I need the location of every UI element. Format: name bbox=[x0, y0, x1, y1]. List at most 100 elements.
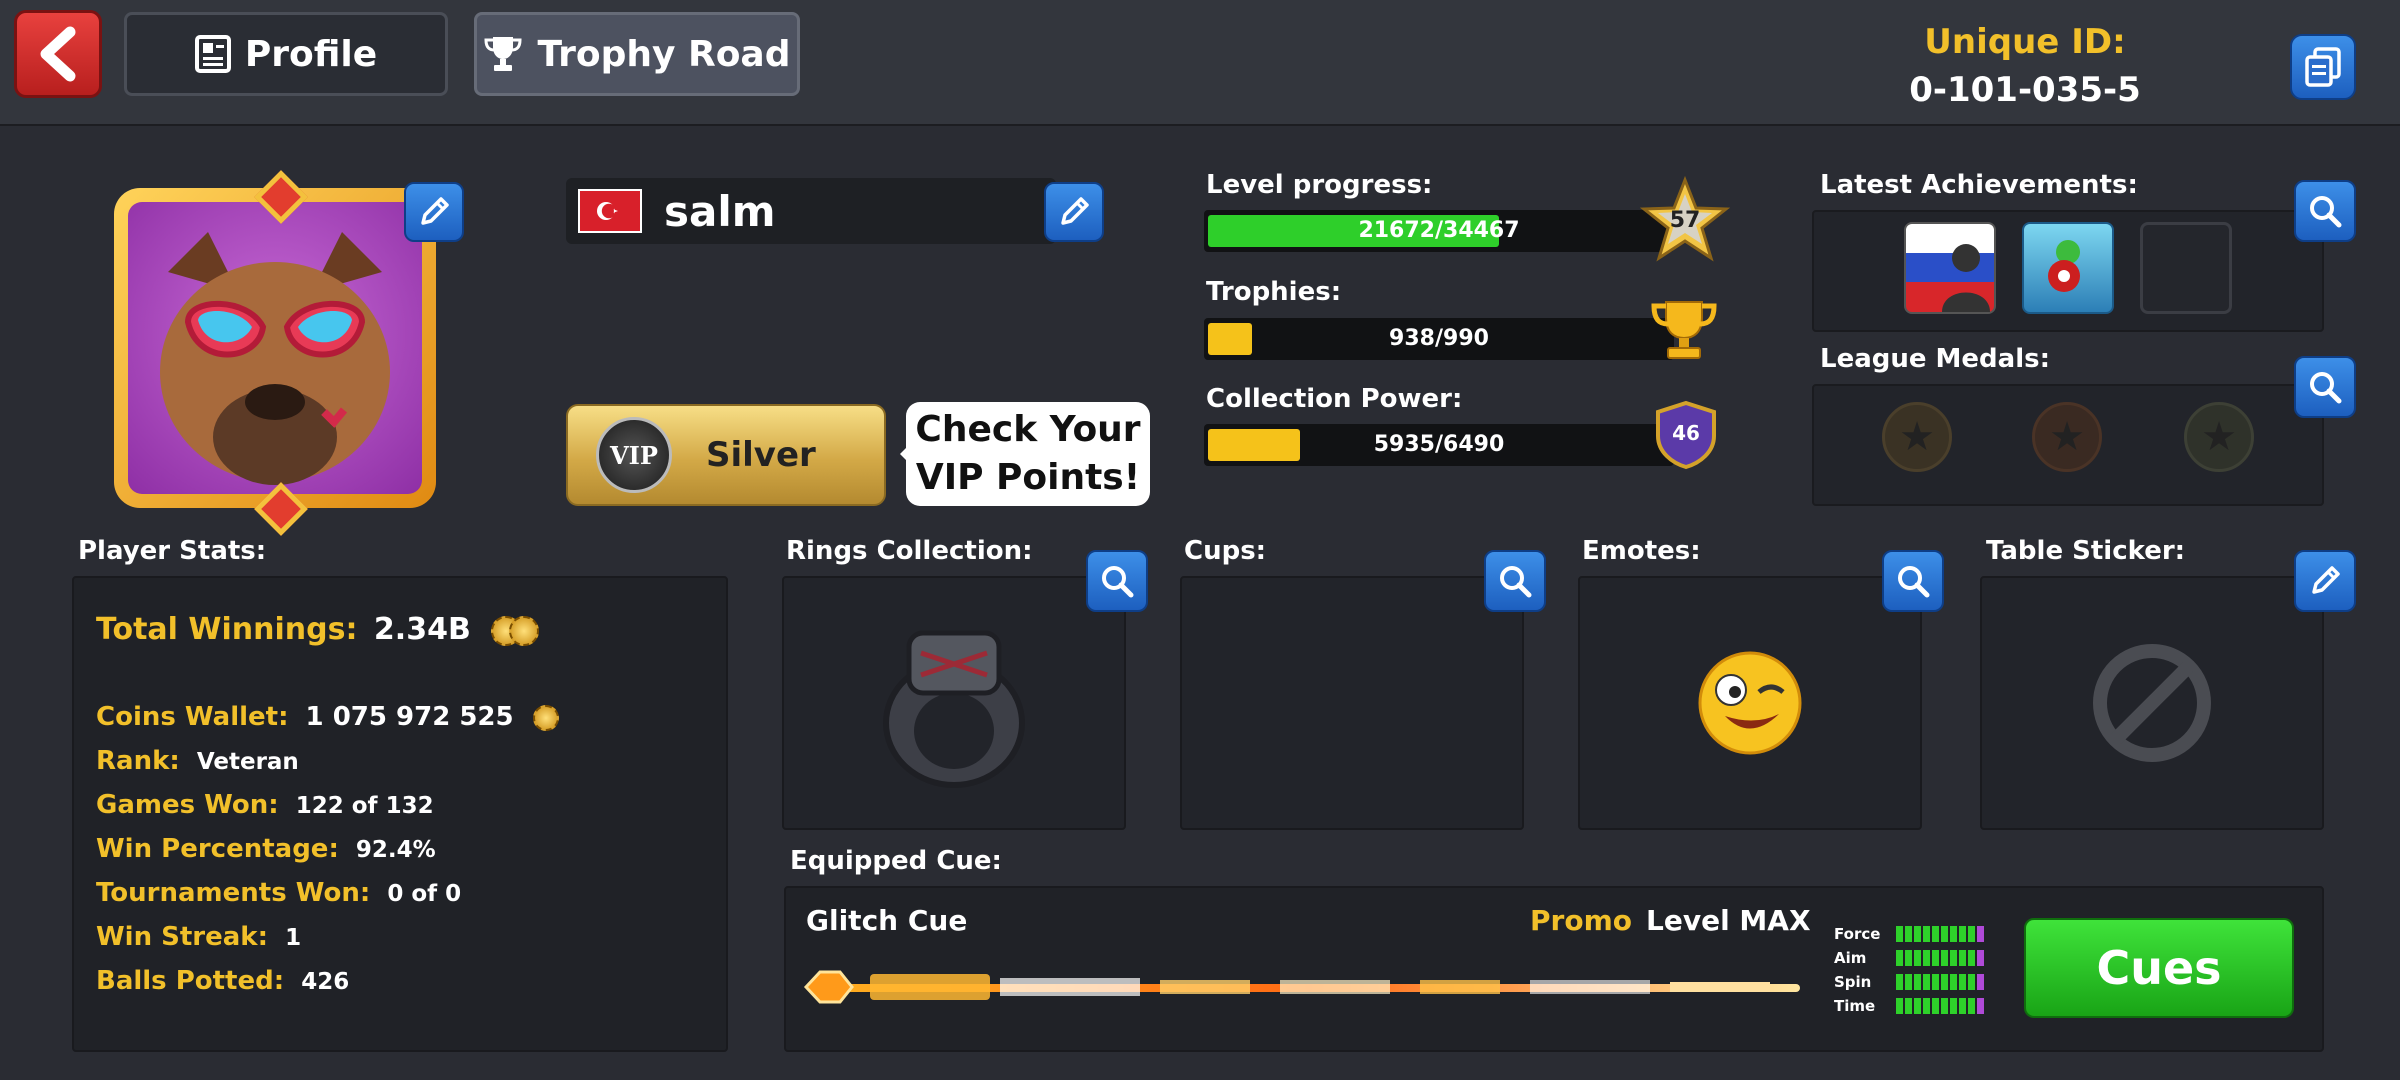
latest-achievements-label: Latest Achievements: bbox=[1820, 170, 2138, 200]
cue-stat-force-bar bbox=[1896, 926, 1984, 942]
stat-coins-wallet-key: Coins Wallet: bbox=[96, 702, 289, 732]
cue-name: Glitch Cue bbox=[806, 904, 968, 937]
stat-win-streak-value: 1 bbox=[285, 925, 302, 951]
cue-stat-time-bar bbox=[1896, 998, 1984, 1014]
achievements-search-button[interactable] bbox=[2294, 180, 2356, 242]
bulldog-avatar-icon bbox=[160, 232, 390, 485]
stat-rank: Rank: Veteran bbox=[96, 746, 299, 776]
trophies-label: Trophies: bbox=[1206, 277, 1342, 307]
back-button[interactable] bbox=[14, 10, 102, 98]
cue-tag: Promo bbox=[1530, 904, 1632, 937]
stat-coins-wallet: Coins Wallet: 1 075 972 525 bbox=[96, 702, 559, 732]
collection-power-label: Collection Power: bbox=[1206, 384, 1463, 414]
tab-trophy-road-label: Trophy Road bbox=[537, 33, 791, 75]
collection-power-text: 5935/6490 bbox=[1373, 432, 1505, 457]
cups-search-button[interactable] bbox=[1484, 550, 1546, 612]
cue-stat-time-label: Time bbox=[1834, 997, 1876, 1015]
emotes-card[interactable] bbox=[1578, 576, 1922, 830]
achievement-russia-flag-avatar[interactable] bbox=[1904, 222, 1996, 314]
profile-card-icon bbox=[194, 35, 231, 73]
pencil-icon bbox=[421, 197, 449, 225]
table-sticker-label: Table Sticker: bbox=[1986, 536, 2186, 566]
league-medals-search-button[interactable] bbox=[2294, 356, 2356, 418]
tab-trophy-road[interactable]: Trophy Road bbox=[474, 12, 800, 96]
edit-avatar-button[interactable] bbox=[404, 182, 464, 242]
edit-name-button[interactable] bbox=[1044, 182, 1104, 242]
cue-stats: Force Aim Spin Time bbox=[1834, 922, 1994, 1018]
search-icon bbox=[2310, 196, 2342, 228]
vip-bubble-line1: Check Your bbox=[915, 409, 1141, 450]
player-name-box: salm bbox=[566, 178, 1056, 244]
emotes-label: Emotes: bbox=[1582, 536, 1701, 566]
cue-stat-force: Force bbox=[1834, 922, 1994, 946]
player-avatar bbox=[114, 188, 436, 508]
stat-rank-value: Veteran bbox=[196, 749, 299, 775]
level-number: 57 bbox=[1669, 208, 1701, 233]
trophies-text: 938/990 bbox=[1389, 326, 1489, 351]
pencil-icon bbox=[1061, 197, 1089, 225]
rings-collection-label: Rings Collection: bbox=[786, 536, 1033, 566]
stat-coins-wallet-value: 1 075 972 525 bbox=[305, 702, 514, 732]
player-name: salm bbox=[664, 186, 776, 236]
stat-total-winnings-value: 2.34B bbox=[373, 612, 471, 647]
pool-ball-icon bbox=[2048, 240, 2080, 292]
vip-points-bubble[interactable]: Check Your VIP Points! bbox=[900, 402, 1150, 506]
league-medals-label: League Medals: bbox=[1820, 344, 2051, 374]
level-star-badge: 57 bbox=[1640, 176, 1730, 266]
rings-search-button[interactable] bbox=[1086, 550, 1148, 612]
prohibited-icon bbox=[2093, 644, 2211, 762]
cue-stat-spin-label: Spin bbox=[1834, 973, 1872, 991]
collection-power-number: 46 bbox=[1672, 421, 1700, 445]
stat-games-won: Games Won: 122 of 132 bbox=[96, 790, 434, 820]
stat-tournaments-won-key: Tournaments Won: bbox=[96, 878, 371, 908]
avatar-image bbox=[128, 202, 422, 494]
cues-button[interactable]: Cues bbox=[2024, 918, 2294, 1018]
table-sticker-edit-button[interactable] bbox=[2294, 550, 2356, 612]
level-progress-bar: 21672/34467 bbox=[1204, 210, 1674, 252]
tab-profile[interactable]: Profile bbox=[124, 12, 448, 96]
wink-emoji-icon bbox=[1698, 651, 1802, 755]
search-icon bbox=[2310, 372, 2342, 404]
emotes-search-button[interactable] bbox=[1882, 550, 1944, 612]
cue-stat-spin-bar bbox=[1896, 974, 1984, 990]
stat-total-winnings-key: Total Winnings: bbox=[96, 612, 358, 647]
vip-bubble-line2: VIP Points! bbox=[915, 457, 1141, 498]
vip-badge-icon: VIP bbox=[596, 417, 672, 493]
level-progress-text: 21672/34467 bbox=[1358, 218, 1520, 243]
unique-id-value: 0-101-035-5 bbox=[1909, 70, 2141, 110]
stat-tournaments-won-value: 0 of 0 bbox=[387, 881, 462, 907]
achievement-pool-ball[interactable] bbox=[2022, 222, 2114, 314]
cups-card[interactable] bbox=[1180, 576, 1524, 830]
trophy-icon bbox=[484, 37, 522, 71]
stat-rank-key: Rank: bbox=[96, 746, 180, 776]
cue-stat-force-label: Force bbox=[1834, 925, 1881, 943]
cups-label: Cups: bbox=[1184, 536, 1267, 566]
copy-id-button[interactable] bbox=[2290, 34, 2356, 100]
pencil-icon bbox=[2312, 566, 2340, 594]
tab-profile-label: Profile bbox=[244, 33, 378, 75]
stat-win-streak-key: Win Streak: bbox=[96, 922, 268, 952]
stat-balls-potted-key: Balls Potted: bbox=[96, 966, 285, 996]
cue-stat-aim-bar bbox=[1896, 950, 1984, 966]
stat-games-won-value: 122 of 132 bbox=[295, 793, 434, 819]
cue-stat-time: Time bbox=[1834, 994, 1994, 1018]
turkey-flag-icon bbox=[578, 189, 642, 233]
search-icon bbox=[1500, 566, 1532, 598]
coin-icon bbox=[532, 704, 559, 731]
table-sticker-card[interactable] bbox=[1980, 576, 2324, 830]
league-medal-bronze-icon: ★ bbox=[2032, 402, 2102, 472]
trophy-gold-icon bbox=[1648, 298, 1720, 366]
chevron-left-icon bbox=[40, 26, 76, 82]
cue-level: Level MAX bbox=[1646, 904, 1811, 937]
cue-stat-aim-label: Aim bbox=[1834, 949, 1867, 967]
player-stats-title: Player Stats: bbox=[78, 536, 267, 566]
stat-balls-potted-value: 426 bbox=[301, 969, 350, 995]
ring-icon bbox=[883, 630, 1025, 788]
stat-games-won-key: Games Won: bbox=[96, 790, 279, 820]
vip-status-button[interactable]: VIP Silver bbox=[566, 404, 886, 506]
rings-collection-card[interactable] bbox=[782, 576, 1126, 830]
copy-icon bbox=[2305, 47, 2341, 87]
level-progress-label: Level progress: bbox=[1206, 170, 1433, 200]
league-medal-gold-icon: ★ bbox=[1882, 402, 1952, 472]
league-medal-silver-icon: ★ bbox=[2184, 402, 2254, 472]
